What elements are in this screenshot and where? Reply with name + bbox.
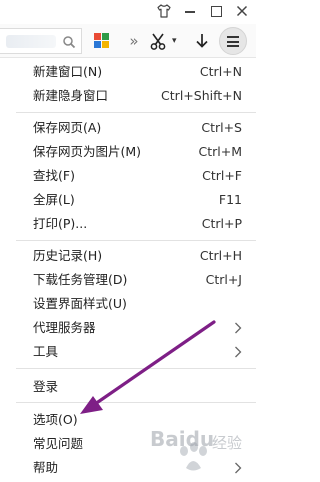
menu-separator — [16, 368, 256, 369]
menu-item-find[interactable]: 查找(F) Ctrl+F — [0, 164, 256, 188]
chevron-right-icon — [234, 344, 242, 358]
search-icon[interactable] — [62, 34, 76, 49]
menu-item-downloads[interactable]: 下载任务管理(D) Ctrl+J — [0, 268, 256, 292]
menu-separator — [16, 112, 256, 113]
menu-item-shortcut: F11 — [218, 192, 242, 207]
menu-item-label: 工具 — [33, 344, 59, 359]
chevron-right-icon — [234, 320, 242, 334]
menu-item-label: 设置界面样式(U) — [33, 296, 127, 311]
menu-item-tools[interactable]: 工具 — [0, 340, 256, 364]
blurred-search-text — [6, 35, 56, 48]
menu-item-shortcut: Ctrl+H — [199, 248, 242, 263]
menu-item-label: 打印(P)... — [33, 216, 88, 231]
menu-item-fullscreen[interactable]: 全屏(L) F11 — [0, 188, 256, 212]
menu-item-login[interactable]: 登录 — [0, 375, 256, 399]
menu-icon[interactable] — [219, 27, 247, 55]
paw-icon — [180, 442, 207, 471]
menu-separator — [16, 240, 256, 241]
menu-item-new-incognito-window[interactable]: 新建隐身窗口 Ctrl+Shift+N — [0, 84, 256, 108]
menu-item-label: 全屏(L) — [33, 192, 75, 207]
menu-item-shortcut: Ctrl+M — [198, 144, 243, 159]
menu-item-save-page[interactable]: 保存网页(A) Ctrl+S — [0, 116, 256, 140]
menu-item-history[interactable]: 历史记录(H) Ctrl+H — [0, 244, 256, 268]
menu-item-label: 历史记录(H) — [33, 248, 103, 263]
apps-icon[interactable] — [92, 31, 112, 51]
menu-item-label: 新建隐身窗口 — [33, 88, 109, 103]
menu-item-label: 选项(O) — [33, 412, 78, 427]
minimize-icon[interactable] — [182, 3, 198, 19]
menu-item-shortcut: Ctrl+N — [199, 64, 242, 79]
toolbar: » ▾ — [0, 24, 256, 58]
menu-separator — [16, 402, 256, 403]
dropdown-caret-icon[interactable]: ▾ — [172, 31, 182, 51]
baidu-watermark: Baidu 经验 — [148, 412, 256, 478]
menu-item-label: 代理服务器 — [33, 320, 96, 335]
menu-item-shortcut: Ctrl+P — [201, 216, 242, 231]
restore-icon[interactable] — [208, 3, 224, 19]
chevron-double-right-icon[interactable]: » — [124, 31, 144, 51]
menu-item-label: 帮助 — [33, 460, 59, 475]
title-bar — [0, 0, 256, 24]
menu-item-label: 新建窗口(N) — [33, 64, 103, 79]
menu-item-shortcut: Ctrl+F — [202, 168, 242, 183]
close-icon[interactable] — [234, 3, 250, 19]
download-icon[interactable] — [192, 31, 212, 51]
menu-item-print[interactable]: 打印(P)... Ctrl+P — [0, 212, 256, 236]
menu-item-label: 查找(F) — [33, 168, 75, 183]
menu-item-shortcut: Ctrl+S — [201, 120, 242, 135]
menu-item-label: 下载任务管理(D) — [33, 272, 128, 287]
menu-item-label: 保存网页(A) — [33, 120, 102, 135]
menu-item-label: 登录 — [33, 379, 59, 394]
search-input[interactable] — [0, 28, 82, 54]
menu-item-shortcut: Ctrl+Shift+N — [161, 88, 242, 103]
menu-item-save-as-image[interactable]: 保存网页为图片(M) Ctrl+M — [0, 140, 256, 164]
menu-item-shortcut: Ctrl+J — [205, 272, 242, 287]
scissors-icon[interactable] — [148, 31, 168, 51]
shirt-icon[interactable] — [156, 3, 172, 19]
menu-item-label: 常见问题 — [33, 436, 84, 451]
menu-item-label: 保存网页为图片(M) — [33, 144, 142, 159]
menu-item-proxy-server[interactable]: 代理服务器 — [0, 316, 256, 340]
menu-item-new-window[interactable]: 新建窗口(N) Ctrl+N — [0, 60, 256, 84]
menu-item-interface-style[interactable]: 设置界面样式(U) — [0, 292, 256, 316]
watermark-text: 经验 — [212, 434, 242, 452]
